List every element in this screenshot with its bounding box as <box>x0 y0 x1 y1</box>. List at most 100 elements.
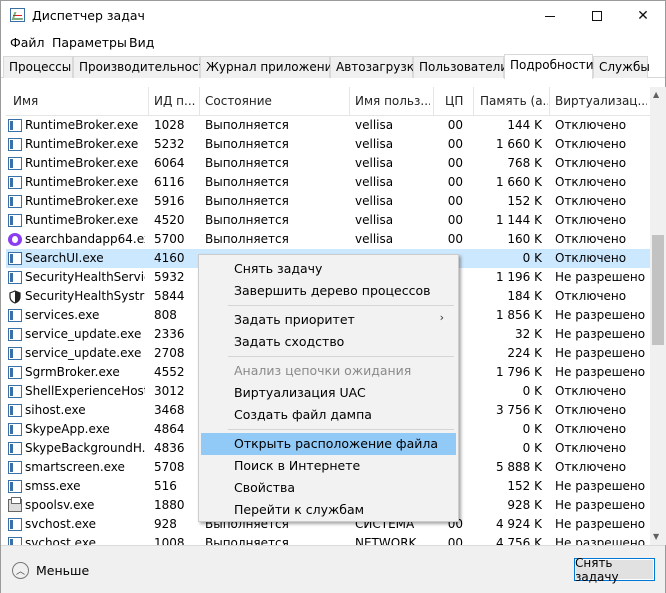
process-virtualization: Отключено <box>555 289 627 303</box>
menu-view[interactable]: Вид <box>129 35 154 50</box>
window-icon <box>8 480 22 493</box>
column-header-user[interactable]: Имя польз... <box>355 94 430 108</box>
table-row[interactable]: RuntimeBroker.exe 4520 Выполняется vellisa 0… <box>6 211 650 230</box>
tab-startup[interactable]: Автозагрузка <box>330 56 421 78</box>
table-row[interactable]: RuntimeBroker.exe 6064 Выполняется vellisa 0… <box>6 154 650 173</box>
minimize-button[interactable] <box>527 1 573 31</box>
menu-separator <box>228 356 454 357</box>
column-header-memory[interactable]: Память (а... <box>480 94 548 108</box>
scroll-up-icon[interactable]: ▲ <box>653 90 659 99</box>
process-virtualization: Не разрешено <box>555 517 645 531</box>
process-memory: 0 K <box>522 422 542 436</box>
tab-users[interactable]: Пользователи <box>413 56 508 78</box>
column-header-virtualization[interactable]: Виртуализац... <box>555 94 647 108</box>
vertical-scrollbar[interactable]: ▲ ▼ <box>650 87 666 545</box>
process-user: vellisa <box>355 175 394 189</box>
process-virtualization: Отключено <box>555 118 627 132</box>
context-menu-item[interactable]: Виртуализация UAC <box>201 382 456 404</box>
table-row[interactable]: RuntimeBroker.exe 5916 Выполняется vellisa 0… <box>6 192 650 211</box>
maximize-button[interactable] <box>574 1 620 31</box>
tab-services[interactable]: Службы <box>593 56 650 78</box>
context-menu-item[interactable]: Задать сходство <box>201 331 456 353</box>
process-name: spoolsv.exe <box>25 498 95 512</box>
context-menu-item[interactable]: Завершить дерево процессов <box>201 280 456 302</box>
process-pid: 928 <box>154 517 177 531</box>
process-name: sihost.exe <box>25 403 86 417</box>
table-row[interactable]: searchbandapp64.exe 5700 Выполняется vellis… <box>6 230 650 249</box>
process-memory: 1 660 K <box>495 137 542 151</box>
process-cpu: 00 <box>447 118 463 132</box>
table-row[interactable]: RuntimeBroker.exe 6116 Выполняется vellisa 0… <box>6 173 650 192</box>
process-virtualization: Не разрешено <box>555 308 645 322</box>
column-divider[interactable] <box>349 87 350 116</box>
column-divider[interactable] <box>148 87 149 116</box>
process-pid: 5844 <box>154 289 185 303</box>
window-icon <box>8 157 22 170</box>
submenu-arrow-icon: › <box>439 311 444 324</box>
window-icon <box>8 195 22 208</box>
process-pid: 6116 <box>154 175 185 189</box>
process-memory: 4 756 K <box>495 536 542 545</box>
process-pid: 4160 <box>154 251 185 265</box>
process-virtualization: Отключено <box>555 384 627 398</box>
process-memory: 1 196 K <box>495 270 542 284</box>
window-icon <box>8 366 22 379</box>
context-menu-item: Анализ цепочки ожидания <box>201 360 456 382</box>
end-task-button[interactable]: Снять задачу <box>574 556 655 584</box>
column-header-pid[interactable]: ИД п... <box>154 94 196 108</box>
process-virtualization: Отключено <box>555 251 627 265</box>
table-row[interactable]: RuntimeBroker.exe 5232 Выполняется vellisa 0… <box>6 135 650 154</box>
context-menu-item-label: Задать приоритет <box>234 312 355 327</box>
window-icon <box>8 385 22 398</box>
menu-file[interactable]: Файл <box>10 35 45 50</box>
window-title: Диспетчер задач <box>32 8 145 23</box>
context-menu-item-label: Завершить дерево процессов <box>234 283 431 298</box>
process-state: Выполняется <box>205 137 289 151</box>
sort-ascending-icon: ^ <box>71 87 79 93</box>
shield-icon <box>8 290 22 304</box>
process-name: SkypeBackgroundH... <box>25 441 145 455</box>
context-menu-item[interactable]: Задать приоритет › <box>201 309 456 331</box>
tab-processes[interactable]: Процессы <box>3 56 73 78</box>
context-menu-item[interactable]: Перейти к службам <box>201 499 456 521</box>
context-menu-item[interactable]: Создать файл дампа <box>201 404 456 426</box>
process-memory: 160 K <box>507 232 542 246</box>
table-row[interactable]: svchost.exe 1008 Выполняется NETWORK 00 4 756… <box>6 534 650 545</box>
tab-details[interactable]: Подробности <box>504 54 594 79</box>
collapse-chevron-icon[interactable]: ︿ <box>12 562 29 579</box>
process-name: RuntimeBroker.exe <box>25 137 139 151</box>
column-header-cpu[interactable]: ЦП <box>445 94 473 108</box>
close-button[interactable]: ✕ <box>620 1 666 31</box>
process-pid: 6064 <box>154 156 185 170</box>
column-divider[interactable] <box>433 87 434 116</box>
process-memory: 0 K <box>522 251 542 265</box>
process-cpu: 00 <box>447 137 463 151</box>
tab-app-history[interactable]: Журнал приложений <box>200 56 340 78</box>
scroll-down-icon[interactable]: ▼ <box>653 532 659 541</box>
menu-options[interactable]: Параметры <box>52 35 127 50</box>
tab-performance[interactable]: Производительность <box>73 56 213 78</box>
process-cpu: 00 <box>447 194 463 208</box>
column-divider[interactable] <box>199 87 200 116</box>
process-virtualization: Отключено <box>555 194 627 208</box>
column-header-name[interactable]: Имя <box>13 94 143 108</box>
context-menu-item[interactable]: Снять задачу <box>201 258 456 280</box>
process-state: Выполняется <box>205 232 289 246</box>
context-menu-item[interactable]: Свойства <box>201 477 456 499</box>
process-virtualization: Отключено <box>555 232 627 246</box>
process-pid: 5932 <box>154 270 185 284</box>
context-menu-item[interactable]: Поиск в Интернете <box>201 455 456 477</box>
process-pid: 1880 <box>154 498 185 512</box>
context-menu-item[interactable]: Открыть расположение файла <box>201 433 456 455</box>
scrollbar-thumb[interactable] <box>652 235 664 345</box>
process-state: Выполняется <box>205 175 289 189</box>
process-name: RuntimeBroker.exe <box>25 194 139 208</box>
column-header-state[interactable]: Состояние <box>205 94 345 108</box>
column-divider[interactable] <box>549 87 550 116</box>
column-divider[interactable] <box>473 87 474 116</box>
task-manager-window: Диспетчер задач ✕ Файл Параметры Вид Про… <box>0 0 666 593</box>
fewer-details-link[interactable]: Меньше <box>36 563 89 578</box>
context-menu: Снять задачу Завершить дерево процессов За… <box>198 254 459 522</box>
process-state: Выполняется <box>205 536 289 545</box>
table-row[interactable]: RuntimeBroker.exe 1028 Выполняется vellisa 0… <box>6 116 650 135</box>
